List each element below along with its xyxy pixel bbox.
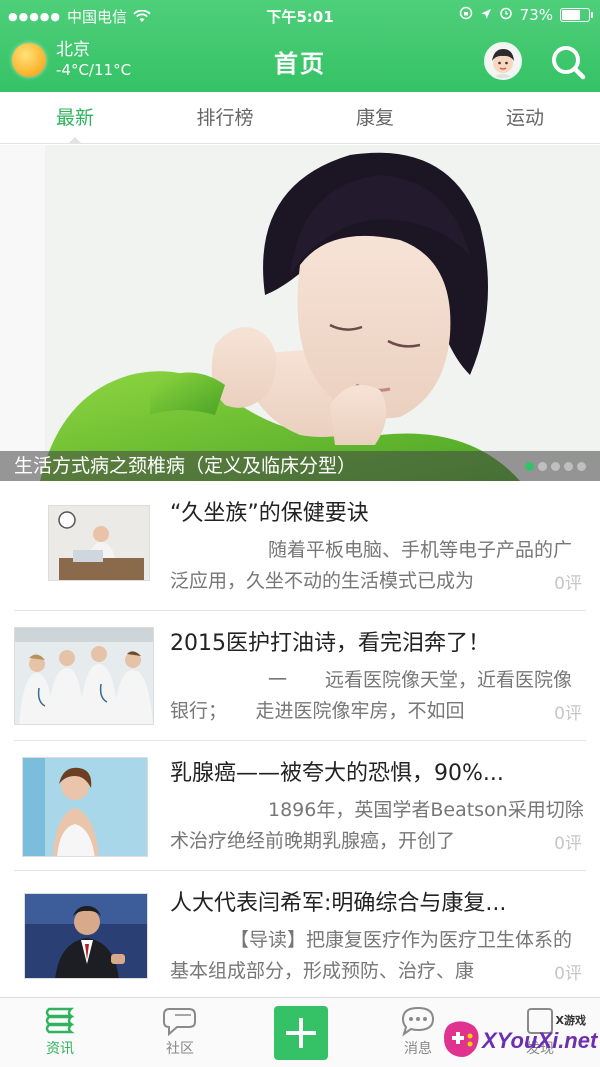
comment-count: 0评 xyxy=(554,704,582,724)
search-icon xyxy=(552,46,586,80)
tab-news[interactable]: 资讯 xyxy=(10,1004,110,1058)
battery-icon xyxy=(560,8,593,22)
carousel-dot xyxy=(564,462,573,471)
news-summary: 随着平板电脑、手机等电子产品的广泛应用，久坐不动的生活模式已成为 xyxy=(170,539,573,592)
comment-count: 0评 xyxy=(554,964,582,984)
battery-percent: 73% xyxy=(519,6,553,24)
category-tabs: 最新 排行榜 康复 运动 xyxy=(0,92,600,144)
site-watermark: X游戏 XYouXi.net xyxy=(442,1010,600,1067)
news-title: 2015医护打油诗，看完泪奔了！ xyxy=(170,631,490,656)
news-list: “久坐族”的保健要诀 随着平板电脑、手机等电子产品的广泛应用，久坐不动的生活模式… xyxy=(0,481,600,1001)
news-title: 乳腺癌——被夸大的恐惧，90%... xyxy=(170,761,504,786)
rotation-lock-icon xyxy=(459,6,473,24)
list-item[interactable]: 2015医护打油诗，看完泪奔了！ 一 远看医院像天堂，近看医院像银行； 走进医院… xyxy=(14,611,586,741)
carousel-dot xyxy=(551,462,560,471)
top-bar: ●●●●● 中国电信 下午5:01 73% 北京 -4°C/11°C 首页 xyxy=(0,0,600,92)
status-bar: ●●●●● 中国电信 下午5:01 73% xyxy=(0,0,600,32)
carousel-dot xyxy=(577,462,586,471)
news-summary: 一 远看医院像天堂，近看医院像银行； 走进医院像牢房，不如回 xyxy=(170,669,573,722)
avatar[interactable] xyxy=(484,42,522,80)
comment-count: 0评 xyxy=(554,834,582,854)
gamepad-logo-icon xyxy=(444,1021,479,1057)
chat-bubble-icon xyxy=(130,1004,230,1038)
search-button[interactable] xyxy=(548,42,588,82)
tab-community[interactable]: 社区 xyxy=(130,1004,230,1058)
tab-community-label: 社区 xyxy=(166,1041,194,1057)
user-avatar-icon xyxy=(486,44,520,78)
news-summary: 【导读】把康复医疗作为医疗卫生体系的基本组成部分，形成预防、治疗、康 xyxy=(170,929,573,982)
carousel-dot xyxy=(538,462,547,471)
watermark-small-text: X游戏 xyxy=(555,1014,586,1027)
banner-caption: 生活方式病之颈椎病（定义及临床分型） xyxy=(0,451,600,481)
news-thumbnail xyxy=(48,505,150,581)
tab-news-label: 资讯 xyxy=(46,1041,74,1057)
tab-ranking[interactable]: 排行榜 xyxy=(150,92,300,143)
news-thumbnail xyxy=(14,627,154,725)
location-icon xyxy=(480,6,492,24)
news-thumbnail xyxy=(22,757,148,857)
alarm-icon xyxy=(499,6,513,24)
banner-carousel[interactable]: 生活方式病之颈椎病（定义及临床分型） xyxy=(0,145,600,481)
banner-image xyxy=(0,145,600,481)
status-right: 73% xyxy=(459,6,593,24)
tab-recovery[interactable]: 康复 xyxy=(300,92,450,143)
news-title: “久坐族”的保健要诀 xyxy=(170,501,369,526)
tab-latest[interactable]: 最新 xyxy=(0,92,150,144)
news-thumbnail xyxy=(24,893,148,979)
add-post-button[interactable] xyxy=(274,1006,328,1060)
comment-count: 0评 xyxy=(554,574,582,594)
list-item[interactable]: 乳腺癌——被夸大的恐惧，90%... 1896年，英国学者Beatson采用切除… xyxy=(14,741,586,871)
list-item[interactable]: 人大代表闫希军:明确综合与康复... 【导读】把康复医疗作为医疗卫生体系的基本组… xyxy=(14,871,586,1001)
news-summary: 1896年，英国学者Beatson采用切除术治疗绝经前晚期乳腺癌，开创了 xyxy=(170,799,584,852)
books-icon xyxy=(10,1004,110,1038)
carousel-indicator xyxy=(525,462,586,471)
news-title: 人大代表闫希军:明确综合与康复... xyxy=(170,891,507,916)
tab-sport[interactable]: 运动 xyxy=(450,92,600,143)
carousel-dot xyxy=(525,462,534,471)
battery-level xyxy=(562,10,581,20)
watermark-text: XYouXi.net xyxy=(482,1028,598,1053)
list-item[interactable]: “久坐族”的保健要诀 随着平板电脑、手机等电子产品的广泛应用，久坐不动的生活模式… xyxy=(14,481,586,611)
